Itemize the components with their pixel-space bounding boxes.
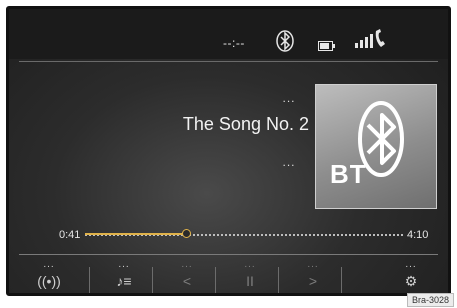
softkey-next[interactable]: ... > <box>283 257 343 293</box>
softkey-pause[interactable]: ... II <box>220 257 280 293</box>
key-separator <box>341 267 342 293</box>
softkey-bt-audio[interactable]: ... ((•)) <box>19 257 79 293</box>
key-separator <box>215 267 216 293</box>
key-separator <box>152 267 153 293</box>
bluetooth-audio-icon: ((•)) <box>37 273 61 289</box>
key-separator <box>278 267 279 293</box>
pause-icon: II <box>246 273 254 289</box>
track-title: The Song No. 2 <box>182 114 309 134</box>
signal-phone-icon <box>355 29 389 56</box>
media-player-screen: --:-- ... The Song No. 2 ... BT 0:41 4:1… <box>6 6 451 296</box>
elapsed-time: 0:41 <box>59 229 81 241</box>
progress-handle[interactable] <box>182 229 191 238</box>
track-artist-placeholder: ... <box>282 91 296 105</box>
album-art: BT <box>315 84 437 209</box>
clock: --:-- <box>223 36 245 50</box>
total-time: 4:10 <box>407 229 429 241</box>
previous-icon: < <box>182 273 192 289</box>
bt-art-label: BT <box>330 159 367 189</box>
softkey-dots: ... <box>118 259 130 270</box>
softkey-bar: ... ((•)) ... ♪≡ ... < ... II ... > ... … <box>9 257 448 293</box>
softkey-dots: ... <box>307 259 319 270</box>
softkey-dots: ... <box>244 259 256 270</box>
softkey-dots: ... <box>43 259 55 270</box>
next-icon: > <box>308 273 318 289</box>
softkey-dots: ... <box>405 259 417 270</box>
softkey-settings[interactable]: ... ⚙ <box>381 257 441 293</box>
softkey-divider <box>19 254 438 255</box>
status-divider <box>19 61 438 62</box>
softkey-dots: ... <box>181 259 193 270</box>
settings-icon: ⚙ <box>404 273 418 289</box>
softkey-previous[interactable]: ... < <box>157 257 217 293</box>
progress-fill <box>85 233 187 235</box>
battery-icon <box>318 38 336 56</box>
playlist-icon: ♪≡ <box>116 273 132 289</box>
bluetooth-icon <box>275 30 295 57</box>
key-separator <box>89 267 90 293</box>
figure-label: Bra-3028 <box>406 293 454 307</box>
status-bar: --:-- <box>9 9 448 59</box>
track-album-placeholder: ... <box>282 155 296 169</box>
softkey-playlist[interactable]: ... ♪≡ <box>94 257 154 293</box>
